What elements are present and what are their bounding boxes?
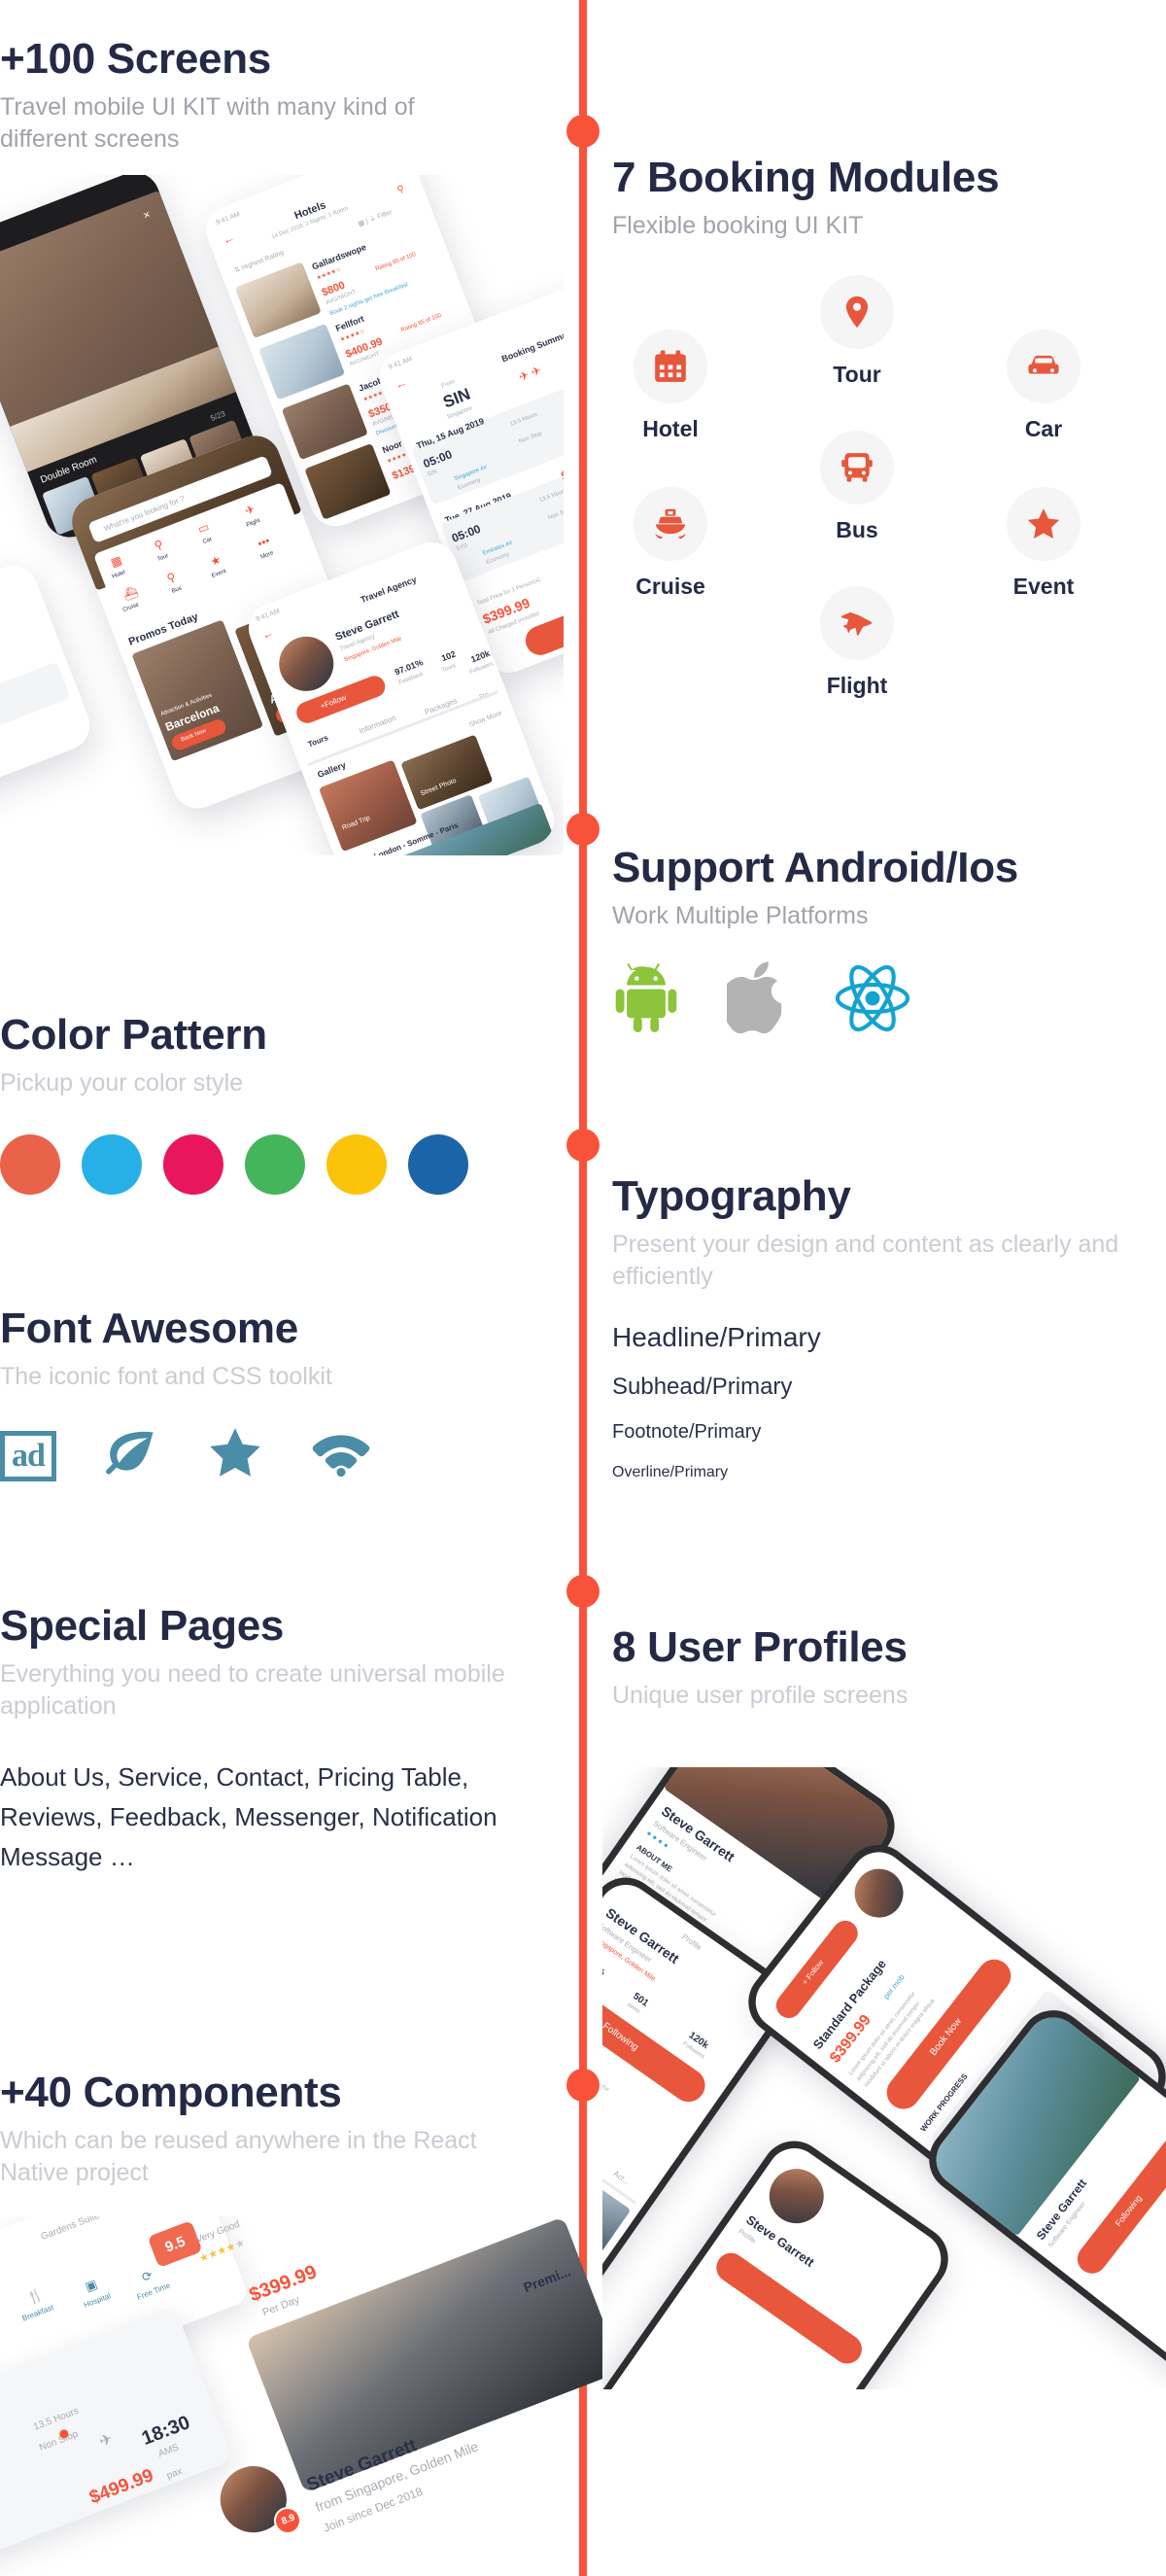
booking-title: 7 Booking Modules	[612, 154, 1000, 201]
profiles-phone-collage: ← Steve Garrett Software Engineer ● ● ● …	[602, 1767, 1166, 2389]
colors-title: Color Pattern	[0, 1011, 267, 1059]
special-pages-list: About Us, Service, Contact, Pricing Tabl…	[0, 1762, 497, 1872]
fontawesome-icon-row: ad	[0, 1426, 544, 1485]
fontawesome-subtitle: The iconic font and CSS toolkit	[0, 1363, 332, 1391]
section-font-awesome: Font Awesome The iconic font and CSS too…	[0, 1305, 544, 1485]
screens-phone-collage: Double Room 5/23 × 9:41 AM ← Hotels 14 D…	[0, 175, 564, 855]
calendar-icon	[652, 348, 689, 385]
hotel-label: Hotel	[642, 416, 699, 442]
color-swatch-3[interactable]	[163, 1134, 223, 1196]
mockup-flight-partial: Flights To SYD Sydney	[0, 558, 97, 803]
booking-module-tour[interactable]: Tour	[799, 275, 915, 388]
timeline-line	[579, 0, 587, 2576]
android-logo-icon	[612, 961, 680, 1038]
platform-logo-row	[612, 961, 1166, 1038]
booking-subtitle: Flexible booking UI KIT	[612, 212, 864, 240]
screens-subtitle: Travel mobile UI KIT with many kind of d…	[0, 93, 415, 154]
plane-icon	[840, 606, 874, 641]
event-label: Event	[1012, 574, 1075, 600]
type-sample-overline: Overline/Primary	[612, 1464, 729, 1481]
score-badge: 9.5	[147, 2220, 203, 2269]
tour-label: Tour	[833, 362, 881, 388]
leaf-icon	[103, 1428, 159, 1483]
booking-module-cruise[interactable]: Cruise	[612, 487, 729, 600]
platforms-subtitle: Work Multiple Platforms	[612, 902, 869, 930]
flight-label: Flight	[826, 673, 888, 699]
car-icon	[1025, 348, 1062, 385]
hotel-icon-wrap	[634, 330, 707, 404]
screens-title: +100 Screens	[0, 35, 271, 83]
color-swatch-row	[0, 1134, 544, 1196]
section-booking-modules: 7 Booking Modules Flexible booking UI KI…	[612, 154, 1166, 698]
timeline-dot-1	[566, 115, 600, 148]
special-pages-title: Special Pages	[0, 1602, 285, 1650]
ad-icon: ad	[0, 1430, 56, 1481]
timeline-dot-2	[566, 813, 600, 846]
typography-sample-list: Headline/Primary Subhead/Primary Footnot…	[612, 1322, 1166, 1481]
map-pin-icon	[839, 294, 875, 331]
section-special-pages: Special Pages Everything you need to cre…	[0, 1602, 544, 1878]
components-title: +40 Components	[0, 2069, 342, 2116]
type-sample-footnote: Footnote/Primary	[612, 1421, 762, 1444]
ship-icon	[652, 505, 689, 542]
timeline-dot-4	[566, 1575, 600, 1608]
section-components: +40 Components Which can be reused anywh…	[0, 2069, 544, 2189]
bus-label: Bus	[836, 517, 878, 543]
react-logo-icon	[834, 963, 911, 1038]
components-subtitle: Which can be reused anywhere in the Reac…	[0, 2127, 477, 2187]
section-color-pattern: Color Pattern Pickup your color style	[0, 1011, 544, 1196]
star-icon	[206, 1426, 264, 1485]
timeline-dot-3	[566, 1129, 600, 1162]
flight-icon-wrap	[820, 586, 894, 661]
star-icon	[1025, 505, 1062, 542]
booking-module-grid: Hotel Tour Car Bus Cruise Event Flight	[612, 275, 1156, 698]
components-showcase-collage: $99,99 Only 4 rooms leaft Gardens Suite …	[0, 2216, 602, 2576]
colors-subtitle: Pickup your color style	[0, 1069, 244, 1097]
color-swatch-1[interactable]	[0, 1134, 60, 1196]
cruise-icon-wrap	[634, 487, 707, 562]
type-sample-headline: Headline/Primary	[612, 1322, 821, 1353]
infographic-page: +100 Screens Travel mobile UI KIT with m…	[0, 0, 1166, 2576]
tour-icon-wrap	[820, 275, 894, 350]
booking-module-flight[interactable]: Flight	[799, 586, 915, 699]
event-icon-wrap	[1007, 487, 1080, 562]
profiles-title: 8 User Profiles	[612, 1623, 908, 1671]
wifi-icon	[311, 1429, 371, 1482]
section-typography: Typography Present your design and conte…	[612, 1172, 1166, 1502]
type-sample-subhead: Subhead/Primary	[612, 1374, 793, 1401]
timeline-dot-5	[566, 2069, 600, 2102]
color-swatch-4[interactable]	[245, 1134, 305, 1196]
typography-title: Typography	[612, 1172, 851, 1220]
apple-logo-icon	[721, 961, 787, 1038]
booking-module-bus[interactable]: Bus	[799, 431, 915, 543]
section-platforms: Support Android/Ios Work Multiple Platfo…	[612, 844, 1166, 1038]
car-icon-wrap	[1007, 330, 1080, 404]
section-user-profiles: 8 User Profiles Unique user profile scre…	[612, 1623, 1166, 1712]
platforms-title: Support Android/Ios	[612, 844, 1018, 891]
cruise-label: Cruise	[635, 574, 705, 600]
booking-module-hotel[interactable]: Hotel	[612, 330, 729, 442]
booking-module-event[interactable]: Event	[985, 487, 1102, 600]
fontawesome-title: Font Awesome	[0, 1305, 298, 1352]
special-pages-subtitle: Everything you need to create universal …	[0, 1660, 505, 1721]
bus-icon-wrap	[820, 431, 894, 505]
bus-icon	[839, 449, 875, 486]
color-swatch-6[interactable]	[408, 1134, 468, 1196]
color-swatch-2[interactable]	[82, 1134, 142, 1196]
color-swatch-5[interactable]	[326, 1134, 387, 1196]
profiles-subtitle: Unique user profile screens	[612, 1682, 909, 1710]
booking-module-car[interactable]: Car	[985, 330, 1102, 442]
typography-subtitle: Present your design and content as clear…	[612, 1231, 1119, 1291]
car-label: Car	[1024, 416, 1063, 442]
section-screens: +100 Screens Travel mobile UI KIT with m…	[0, 35, 544, 156]
